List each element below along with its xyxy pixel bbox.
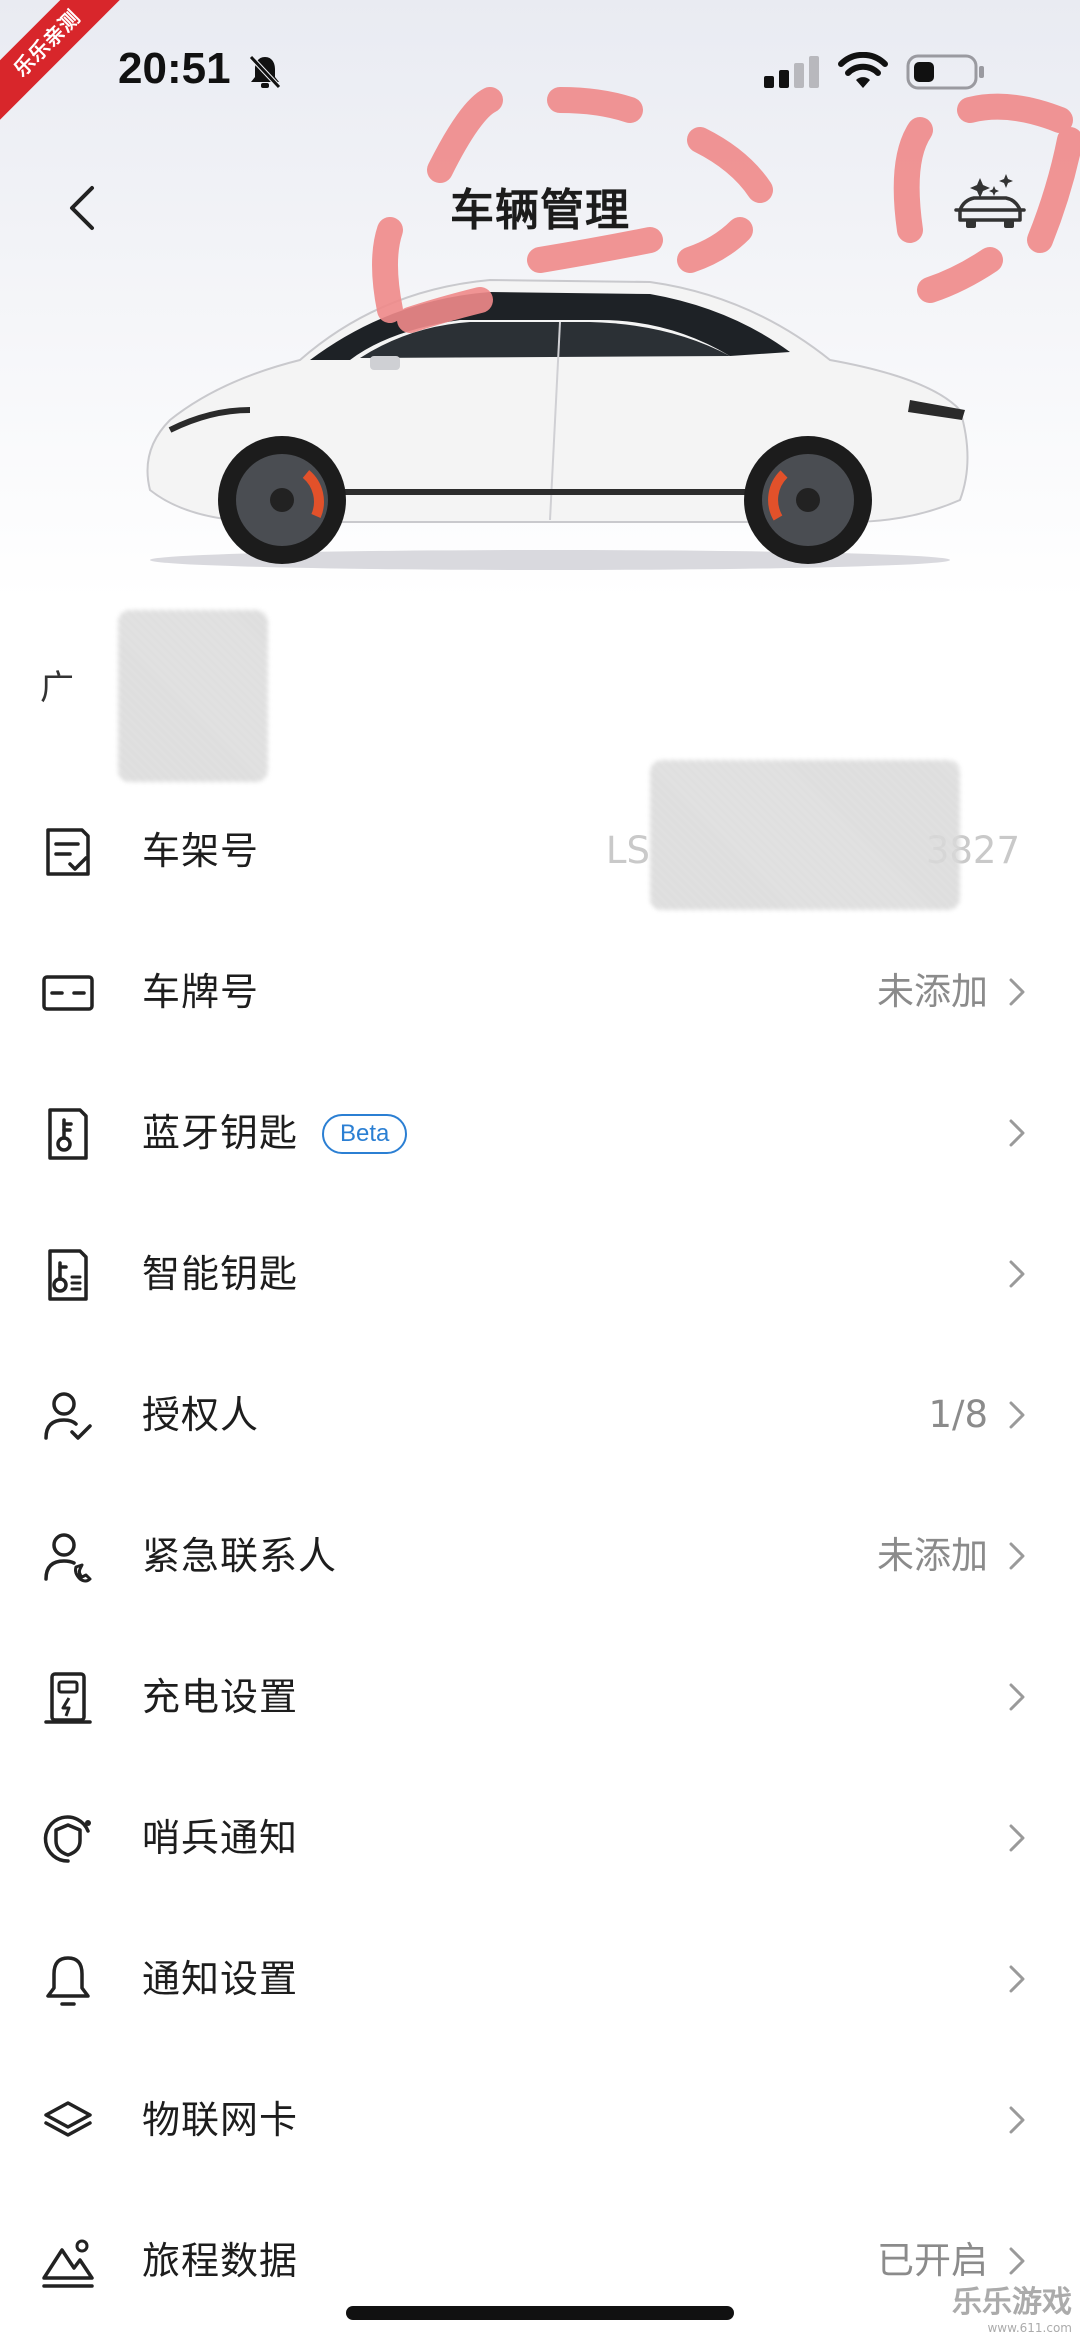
menu-label: 物联网卡 bbox=[142, 2098, 299, 2142]
menu-label: 授权人 bbox=[142, 1393, 260, 1437]
menu-label: 旅程数据 bbox=[142, 2239, 299, 2283]
charger-icon bbox=[44, 1672, 92, 1724]
watermark-text: 乐乐游戏 bbox=[952, 2285, 1072, 2320]
menu-value: 未添加 bbox=[877, 1534, 988, 1577]
menu-label: 充电设置 bbox=[142, 1675, 299, 1719]
bell-icon bbox=[46, 1956, 90, 2006]
vehicle-image bbox=[146, 278, 969, 570]
menu-value: 未添加 bbox=[877, 970, 988, 1013]
wifi-icon bbox=[838, 52, 888, 88]
bottom-watermark: 乐乐游戏 www.611.com bbox=[952, 2277, 1072, 2335]
page-title: 车辆管理 bbox=[450, 185, 630, 236]
battery-icon bbox=[906, 54, 984, 90]
menu-label: 车架号 bbox=[142, 829, 260, 873]
menu-item-sentry-notification[interactable]: 哨兵通知 bbox=[0, 1767, 1080, 1908]
menu-label: 哨兵通知 bbox=[142, 1816, 299, 1860]
chevron-right-icon bbox=[1009, 2247, 1025, 2275]
watermark-url: www.611.com bbox=[987, 2321, 1072, 2335]
menu-label: 车牌号 bbox=[142, 970, 260, 1014]
vehicle-name-area: 广 bbox=[40, 600, 300, 790]
menu-item-bluetooth-key[interactable]: 蓝牙钥匙 Beta bbox=[0, 1062, 1080, 1203]
menu-label: 智能钥匙 bbox=[142, 1252, 299, 1296]
privacy-blur bbox=[650, 760, 960, 910]
menu-item-notification-settings[interactable]: 通知设置 bbox=[0, 1908, 1080, 2049]
menu-item-charging-settings[interactable]: 充电设置 bbox=[0, 1626, 1080, 1767]
status-bar: 20:51 bbox=[0, 0, 1080, 150]
chevron-right-icon bbox=[1009, 1824, 1025, 1852]
license-plate-icon bbox=[42, 975, 94, 1011]
chevron-right-icon bbox=[1009, 1542, 1025, 1570]
menu-item-vin[interactable]: 车架号 LS 3827 bbox=[0, 760, 1080, 921]
vin-value-start: LS bbox=[605, 829, 650, 872]
car-sparkle-icon bbox=[954, 174, 1026, 228]
beta-badge: Beta bbox=[322, 1114, 408, 1154]
user-phone-icon bbox=[44, 1533, 92, 1583]
chevron-right-icon bbox=[1009, 1260, 1025, 1288]
menu-item-license-plate[interactable]: 车牌号 未添加 bbox=[0, 921, 1080, 1062]
chevron-right-icon bbox=[1009, 2106, 1025, 2134]
menu-label: 蓝牙钥匙 bbox=[142, 1111, 299, 1155]
bluetooth-key-icon bbox=[48, 1108, 88, 1160]
menu-item-smart-key[interactable]: 智能钥匙 bbox=[0, 1203, 1080, 1344]
signal-icon bbox=[764, 56, 819, 88]
privacy-blur bbox=[118, 610, 268, 782]
smart-key-icon bbox=[48, 1249, 88, 1301]
status-time: 20:51 bbox=[118, 44, 231, 93]
chevron-right-icon bbox=[1009, 1683, 1025, 1711]
chevron-right-icon bbox=[1009, 1965, 1025, 1993]
car-appearance-button[interactable] bbox=[950, 170, 1030, 240]
nav-bar: 车辆管理 bbox=[0, 160, 1080, 250]
chevron-right-icon bbox=[1009, 1401, 1025, 1429]
chevron-right-icon bbox=[1009, 1119, 1025, 1147]
menu-label: 紧急联系人 bbox=[142, 1534, 338, 1578]
shield-icon bbox=[43, 1815, 91, 1863]
mountain-icon bbox=[42, 2239, 94, 2288]
menu-label: 通知设置 bbox=[142, 1957, 299, 2001]
menu-value: 1/8 bbox=[928, 1393, 988, 1436]
menu-item-iot-card[interactable]: 物联网卡 bbox=[0, 2049, 1080, 2190]
menu-item-emergency-contact[interactable]: 紧急联系人 未添加 bbox=[0, 1485, 1080, 1626]
vehicle-menu-list: 车架号 LS 3827 车牌号 未添加 蓝牙钥匙 Beta 智能钥匙 授权人 1… bbox=[0, 760, 1080, 2331]
vehicle-name: 广 bbox=[40, 668, 74, 708]
chevron-right-icon bbox=[1009, 978, 1025, 1006]
home-indicator[interactable] bbox=[346, 2306, 734, 2320]
layers-icon bbox=[44, 2101, 92, 2137]
user-check-icon bbox=[44, 1392, 92, 1440]
menu-item-authorized-users[interactable]: 授权人 1/8 bbox=[0, 1344, 1080, 1485]
bell-off-icon bbox=[249, 55, 281, 89]
document-check-icon bbox=[46, 828, 90, 876]
